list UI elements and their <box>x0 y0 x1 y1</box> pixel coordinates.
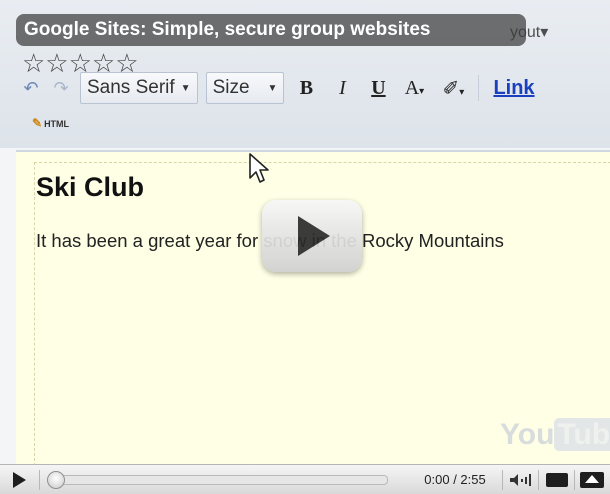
link-button[interactable]: Link <box>493 77 534 100</box>
time-display: 0:00 / 2:55 <box>424 472 486 487</box>
fullscreen-button[interactable] <box>575 465 610 494</box>
font-family-label: Sans Serif <box>87 77 175 98</box>
text-color-button[interactable]: A▾ <box>400 77 428 100</box>
play-button[interactable] <box>0 465 39 494</box>
underline-button[interactable]: U <box>364 77 392 100</box>
control-divider <box>38 469 40 490</box>
chevron-down-icon: ▾ <box>540 24 549 41</box>
chevron-down-icon: ▾ <box>419 85 425 97</box>
chevron-down-icon: ▼ <box>267 82 278 94</box>
highlighter-icon: ✐ <box>442 77 460 100</box>
italic-button[interactable]: I <box>328 77 356 100</box>
text-color-label: A <box>404 76 420 99</box>
mouse-cursor-icon <box>249 153 269 183</box>
progress-bar[interactable] <box>46 470 389 489</box>
toolbar-divider <box>478 75 480 101</box>
redo-icon[interactable]: ↷ <box>50 78 72 99</box>
watermark-you: You <box>500 418 555 451</box>
font-size-dropdown[interactable]: Size ▼ <box>205 72 285 104</box>
screen-size-icon <box>545 472 568 487</box>
undo-icon[interactable]: ↶ <box>20 78 42 99</box>
watermark-tube: Tube <box>554 418 610 451</box>
page-canvas: Ski Club It has been a great year for sn… <box>16 150 610 464</box>
volume-icon <box>509 473 531 486</box>
youtube-watermark: YouTube <box>500 418 610 452</box>
progress-scrubber[interactable] <box>46 470 65 489</box>
pencil-icon: ✎ <box>32 116 43 130</box>
html-button[interactable]: ✎ HTML <box>32 116 69 130</box>
play-icon <box>13 471 27 488</box>
player-control-bar: 0:00 / 2:55 <box>0 464 610 494</box>
star-rating[interactable]: ☆☆☆☆☆ <box>22 50 139 76</box>
volume-button[interactable] <box>503 465 538 494</box>
large-play-button[interactable] <box>262 200 362 272</box>
highlight-button[interactable]: ✐▾ <box>436 76 470 101</box>
rating-stars[interactable]: ☆☆☆☆☆ <box>22 50 139 76</box>
player-size-button[interactable] <box>539 465 574 494</box>
video-frame[interactable]: yout▾ ↶ ↷ Sans Serif▼ Size▼ B I U A▾ ✐▾ … <box>0 0 610 464</box>
chevron-down-icon: ▼ <box>180 82 191 94</box>
page-title[interactable]: Ski Club <box>36 172 144 203</box>
chevron-down-icon: ▾ <box>459 86 465 98</box>
bold-button[interactable]: B <box>292 77 320 100</box>
html-button-label: HTML <box>44 119 70 129</box>
font-size-label: Size <box>212 77 250 98</box>
fullscreen-icon <box>580 471 605 488</box>
play-icon <box>298 216 330 256</box>
video-title[interactable]: Google Sites: Simple, secure group websi… <box>16 14 526 46</box>
